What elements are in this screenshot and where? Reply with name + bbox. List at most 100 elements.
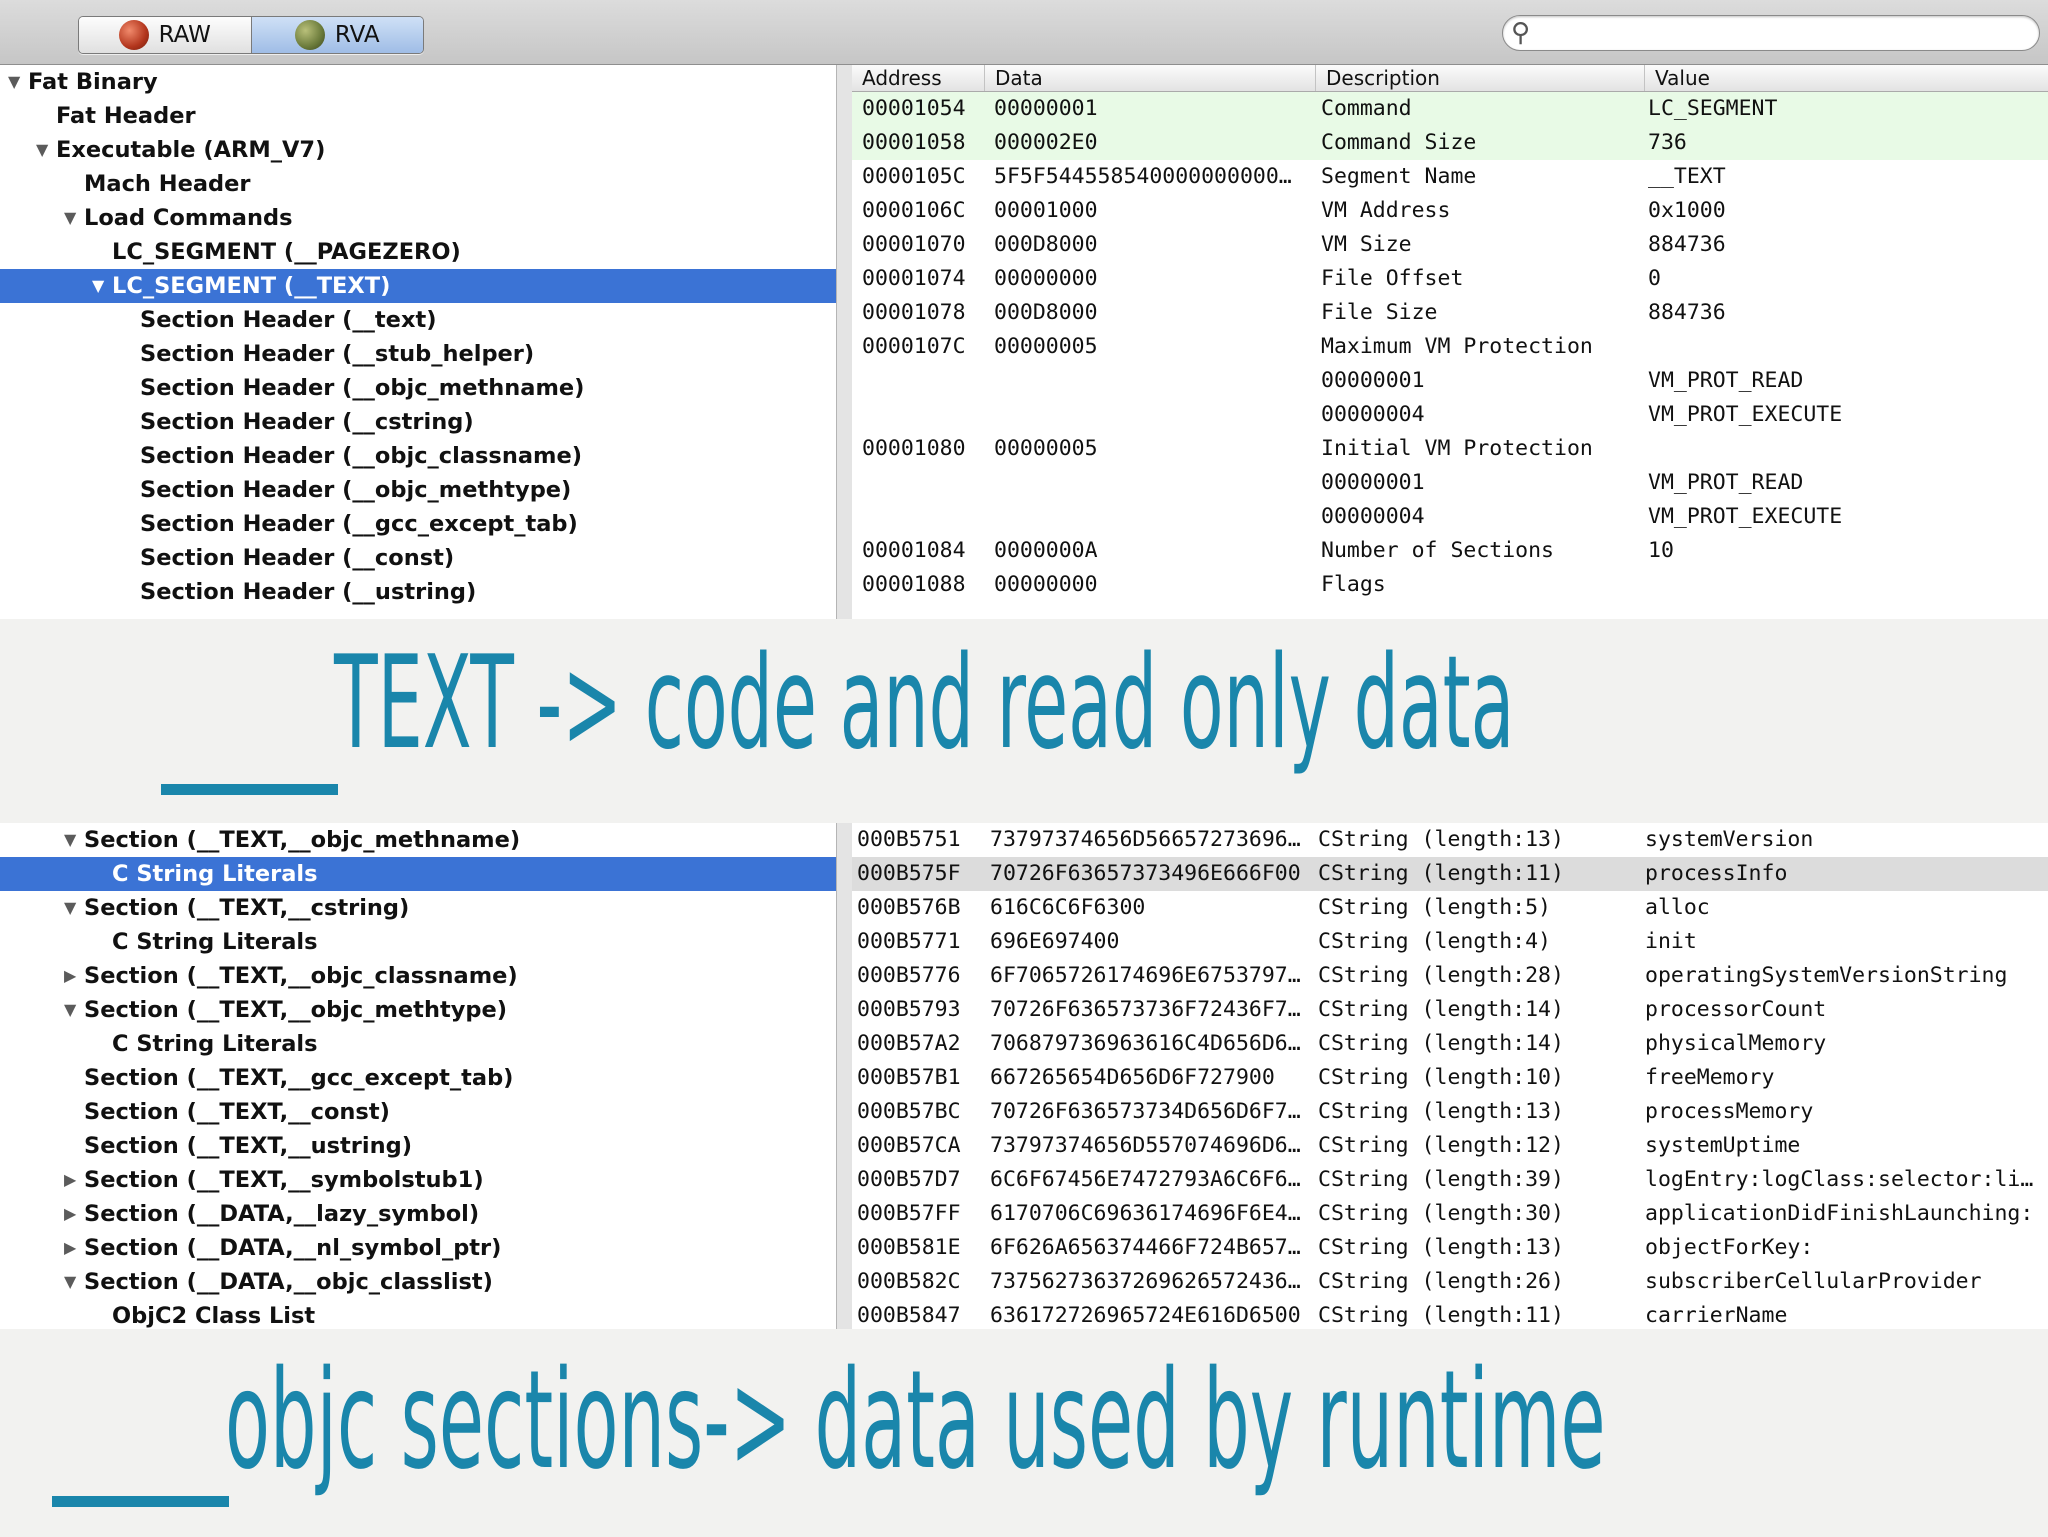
disclosure-triangle-open-icon[interactable]: ▼: [36, 133, 48, 167]
tree-row[interactable]: Section Header (__objc_methname): [0, 371, 836, 405]
table-row[interactable]: 0000105C 5F5F544558540000000000… Segment N…: [852, 160, 2048, 194]
table-row[interactable]: 00001074 00000000 File Offset 0: [852, 262, 2048, 296]
tree-row[interactable]: Section Header (__text): [0, 303, 836, 337]
tree-row[interactable]: Section Header (__ustring): [0, 575, 836, 609]
disclosure-triangle-open-icon[interactable]: ▼: [92, 269, 104, 303]
table-row[interactable]: 00001054 00000001 Command LC_SEGMENT: [852, 92, 2048, 126]
column-header-description[interactable]: Description: [1315, 65, 1646, 91]
tree-row[interactable]: LC_SEGMENT (__PAGEZERO): [0, 235, 836, 269]
table-row[interactable]: 000B57D7 6C6F67456E7472793A6C6F6… CString …: [852, 1163, 2048, 1197]
cell-address: 00001078: [862, 300, 966, 325]
table-row[interactable]: 000B576B 616C6C6F6300 CString (length:5) al…: [852, 891, 2048, 925]
table-row[interactable]: 000B582C 737562736372696265724365… CString…: [852, 1265, 2048, 1299]
cell-address: 000B576B: [857, 895, 961, 920]
table-row[interactable]: 0000106C 00001000 VM Address 0x1000: [852, 194, 2048, 228]
disclosure-triangle-open-icon[interactable]: ▼: [64, 993, 76, 1027]
cell-value: init: [1645, 929, 1697, 954]
table-row[interactable]: 000B5771 696E697400 CString (length:4) init: [852, 925, 2048, 959]
tree-row[interactable]: ▼ Section (__TEXT,__objc_methname): [0, 823, 836, 857]
table-row[interactable]: 000B57BC 70726F636573734D656D6F7… CString …: [852, 1095, 2048, 1129]
tree-row[interactable]: ▶ Section (__TEXT,__objc_classname): [0, 959, 836, 993]
tree-row[interactable]: ▶ Section (__TEXT,__symbolstub1): [0, 1163, 836, 1197]
tree-row[interactable]: Section Header (__objc_methtype): [0, 473, 836, 507]
tree-row[interactable]: ▼ Load Commands: [0, 201, 836, 235]
cell-address: 000B57B1: [857, 1065, 961, 1090]
table-row[interactable]: 000B57A2 706879736963616C4D656D6… CString …: [852, 1027, 2048, 1061]
tree-row[interactable]: ▼ Executable (ARM_V7): [0, 133, 836, 167]
tree-row[interactable]: C String Literals: [0, 1027, 836, 1061]
cell-address: 0000107C: [862, 334, 966, 359]
disclosure-triangle-closed-icon[interactable]: ▶: [64, 959, 76, 993]
disclosure-triangle-closed-icon[interactable]: ▶: [64, 1163, 76, 1197]
table-row[interactable]: 00001080 00000005 Initial VM Protection: [852, 432, 2048, 466]
tree-row[interactable]: Section (__TEXT,__const): [0, 1095, 836, 1129]
table-row[interactable]: 00001078 000D8000 File Size 884736: [852, 296, 2048, 330]
cell-address: 00001084: [862, 538, 966, 563]
cell-description: Number of Sections: [1321, 538, 1554, 563]
table-row[interactable]: 00000004 VM_PROT_EXECUTE: [852, 398, 2048, 432]
tree-row[interactable]: C String Literals: [0, 925, 836, 959]
tree-row[interactable]: ▼ Section (__TEXT,__objc_methtype): [0, 993, 836, 1027]
cell-data: 616C6C6F6300: [990, 895, 1146, 920]
table-row[interactable]: 000B5776 6F7065726174696E6753797… CString …: [852, 959, 2048, 993]
tree-row[interactable]: ▶ Section (__DATA,__lazy_symbol): [0, 1197, 836, 1231]
table-row[interactable]: 000B57FF 6170706C69636174696F6E4… CString …: [852, 1197, 2048, 1231]
raw-button[interactable]: RAW: [79, 17, 251, 53]
tree-row[interactable]: Section Header (__stub_helper): [0, 337, 836, 371]
tree-row[interactable]: ▼ Section (__TEXT,__cstring): [0, 891, 836, 925]
disclosure-triangle-closed-icon[interactable]: ▶: [64, 1197, 76, 1231]
cell-description: CString (length:13): [1318, 1235, 1564, 1260]
cell-value: carrierName: [1645, 1303, 1788, 1328]
tree-row[interactable]: ▼ Fat Binary: [0, 65, 836, 99]
tree-row-label: Section Header (__const): [140, 545, 455, 571]
tree-row[interactable]: ▼ LC_SEGMENT (__TEXT): [0, 269, 836, 303]
table-row[interactable]: 00001088 00000000 Flags: [852, 568, 2048, 602]
table-row[interactable]: 000B57CA 73797374656D557074696D6… CString …: [852, 1129, 2048, 1163]
column-header-address[interactable]: Address: [852, 65, 960, 91]
table-row[interactable]: 00001084 0000000A Number of Sections 10: [852, 534, 2048, 568]
tree-row[interactable]: Section Header (__cstring): [0, 405, 836, 439]
cell-description: File Offset: [1321, 266, 1464, 291]
cell-description: Initial VM Protection: [1321, 436, 1593, 461]
tree-row[interactable]: Section (__TEXT,__ustring): [0, 1129, 836, 1163]
column-header-data[interactable]: Data: [984, 65, 1315, 91]
tree-row[interactable]: Section (__TEXT,__gcc_except_tab): [0, 1061, 836, 1095]
table-row[interactable]: 00001058 000002E0 Command Size 736: [852, 126, 2048, 160]
tree-row[interactable]: Section Header (__gcc_except_tab): [0, 507, 836, 541]
tree-row[interactable]: Fat Header: [0, 99, 836, 133]
table-row[interactable]: 00000001 VM_PROT_READ: [852, 364, 2048, 398]
column-header-value[interactable]: Value: [1644, 65, 2047, 91]
disclosure-triangle-open-icon[interactable]: ▼: [8, 65, 20, 99]
cell-data: 0000000A: [994, 538, 1098, 563]
table-row[interactable]: 00000001 VM_PROT_READ: [852, 466, 2048, 500]
cell-value: processInfo: [1645, 861, 1788, 886]
table-row[interactable]: 00000004 VM_PROT_EXECUTE: [852, 500, 2048, 534]
tree-row[interactable]: C String Literals: [0, 857, 836, 891]
table-row[interactable]: 000B5793 70726F636573736F72436F7… CString …: [852, 993, 2048, 1027]
table-row[interactable]: 000B575F 70726F63657373496E666F00 CString …: [852, 857, 2048, 891]
table-row[interactable]: 000B57B1 667265654D656D6F727900 CString (l…: [852, 1061, 2048, 1095]
tree-row[interactable]: ▼ Section (__DATA,__objc_classlist): [0, 1265, 836, 1299]
disclosure-triangle-open-icon[interactable]: ▼: [64, 891, 76, 925]
search-input[interactable]: [1545, 19, 2029, 47]
tree-row[interactable]: Mach Header: [0, 167, 836, 201]
rva-button[interactable]: RVA: [250, 17, 423, 53]
disclosure-triangle-open-icon[interactable]: ▼: [64, 1265, 76, 1299]
disclosure-triangle-open-icon[interactable]: ▼: [64, 823, 76, 857]
cell-value: systemUptime: [1645, 1133, 1801, 1158]
table-row[interactable]: 0000107C 00000005 Maximum VM Protection: [852, 330, 2048, 364]
table-row[interactable]: 000B5751 73797374656D56657273696… CString …: [852, 823, 2048, 857]
cell-value: VM_PROT_EXECUTE: [1648, 504, 1843, 529]
disclosure-triangle-closed-icon[interactable]: ▶: [64, 1231, 76, 1265]
search-field[interactable]: ⚲: [1502, 15, 2040, 51]
tree-row[interactable]: Section Header (__objc_classname): [0, 439, 836, 473]
tree-row[interactable]: ▶ Section (__DATA,__nl_symbol_ptr): [0, 1231, 836, 1265]
tree-row[interactable]: Section Header (__const): [0, 541, 836, 575]
tree-row[interactable]: ObjC2 Class List: [0, 1299, 836, 1329]
cell-description: File Size: [1321, 300, 1438, 325]
table-row[interactable]: 000B581E 6F626A656374466F724B657… CString …: [852, 1231, 2048, 1265]
table-row[interactable]: 000B5847 636172726965724E616D6500 CString …: [852, 1299, 2048, 1329]
cell-value: 736: [1648, 130, 1687, 155]
table-row[interactable]: 00001070 000D8000 VM Size 884736: [852, 228, 2048, 262]
disclosure-triangle-open-icon[interactable]: ▼: [64, 201, 76, 235]
